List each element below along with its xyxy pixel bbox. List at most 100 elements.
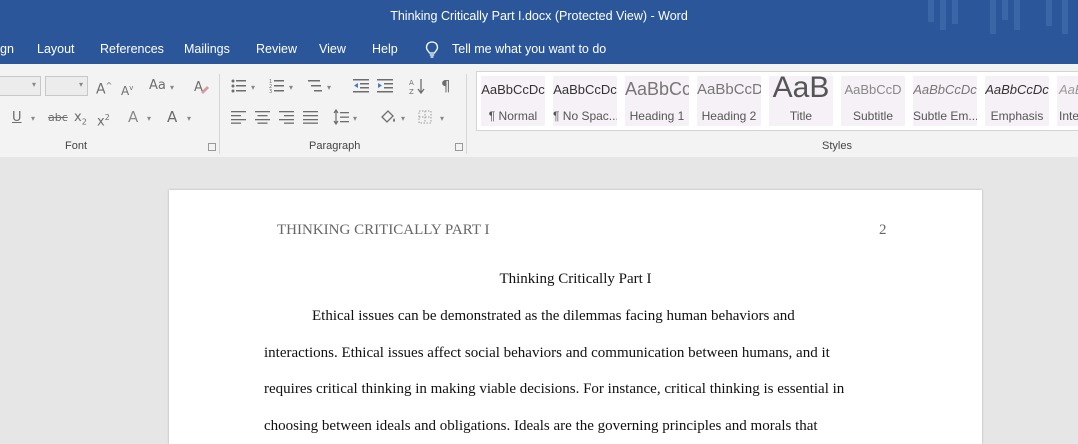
- style-sample: AaBbCc: [625, 79, 689, 99]
- borders-icon[interactable]: [418, 110, 432, 124]
- body-line: requires critical thinking in making via…: [264, 381, 845, 397]
- superscript-label: x: [97, 114, 105, 130]
- style-sample: AaB: [772, 76, 830, 104]
- style-sample: AaBbCcDc: [985, 82, 1049, 97]
- subscript-label: x: [74, 110, 82, 125]
- decrease-indent-icon[interactable]: [353, 78, 369, 94]
- underline-button[interactable]: U: [12, 110, 22, 126]
- chevron-down-icon[interactable]: ▾: [251, 83, 255, 92]
- line-spacing-icon[interactable]: [333, 109, 349, 125]
- text-effects-button[interactable]: A: [128, 109, 138, 125]
- body-line: interactions. Ethical issues affect soci…: [264, 345, 830, 361]
- style-heading-2[interactable]: AaBbCcD Heading 2: [697, 76, 761, 126]
- svg-text:Z: Z: [409, 88, 414, 95]
- style-normal[interactable]: AaBbCcDc ¶ Normal: [481, 76, 545, 126]
- style-sample: AaBbCcDc: [481, 82, 545, 97]
- title-bar: Thinking Critically Part I.docx (Protect…: [0, 0, 1078, 36]
- font-dialog-launcher[interactable]: [208, 143, 216, 151]
- style-name: Subtitle: [852, 109, 894, 123]
- numbering-icon[interactable]: 1 2 3: [269, 78, 285, 94]
- bullets-icon[interactable]: [231, 78, 247, 94]
- shrink-font-button[interactable]: Av: [121, 80, 133, 99]
- chevron-down-icon[interactable]: ▾: [353, 114, 357, 123]
- align-right-icon[interactable]: [279, 110, 294, 124]
- increase-indent-icon[interactable]: [377, 78, 393, 94]
- subscript-button[interactable]: x2: [74, 110, 87, 131]
- tab-view[interactable]: View: [319, 42, 346, 56]
- style-name: Heading 2: [701, 109, 757, 123]
- styles-gallery: AaBbCcDc ¶ Normal AaBbCcDc ¶ No Spac... …: [476, 71, 1078, 131]
- style-emphasis[interactable]: AaBbCcDc Emphasis: [985, 76, 1049, 126]
- style-name: Title: [789, 109, 813, 123]
- style-sample: AaBbCcDc: [553, 82, 617, 97]
- body-line: choosing between ideals and obligations.…: [264, 418, 818, 434]
- tab-review[interactable]: Review: [256, 42, 297, 56]
- svg-text:A: A: [409, 79, 414, 87]
- chevron-down-icon[interactable]: ▾: [440, 114, 444, 123]
- style-title[interactable]: AaB Title: [769, 76, 833, 126]
- justify-icon[interactable]: [303, 110, 318, 124]
- tab-layout[interactable]: Layout: [37, 42, 75, 56]
- style-name: Inte: [1059, 109, 1078, 123]
- group-separator: [466, 74, 467, 154]
- document-page[interactable]: THINKING CRITICALLY PART I 2 Thinking Cr…: [169, 190, 982, 444]
- style-sample: AaBbCcDc: [913, 82, 977, 97]
- style-heading-1[interactable]: AaBbCc Heading 1: [625, 76, 689, 126]
- style-name: ¶ Normal: [488, 109, 538, 123]
- tab-mailings[interactable]: Mailings: [184, 42, 230, 56]
- show-formatting-marks-button[interactable]: ¶: [441, 78, 451, 94]
- multilevel-list-icon[interactable]: [307, 78, 323, 94]
- tab-help[interactable]: Help: [372, 42, 398, 56]
- styles-group-label: Styles: [822, 140, 852, 152]
- lightbulb-icon[interactable]: [425, 41, 439, 59]
- shading-icon[interactable]: [379, 108, 397, 126]
- chevron-down-icon[interactable]: ▾: [31, 114, 35, 123]
- ribbon-tabs: gn Layout References Mailings Review Vie…: [0, 36, 1078, 64]
- grow-font-label: A: [96, 81, 106, 98]
- font-color-button[interactable]: A: [167, 109, 177, 125]
- chevron-down-icon[interactable]: ▾: [170, 83, 174, 92]
- group-separator: [219, 74, 220, 154]
- font-name-combo[interactable]: ▾: [0, 76, 41, 96]
- chevron-down-icon: ▾: [31, 80, 36, 89]
- paragraph-group-label: Paragraph: [309, 140, 361, 152]
- align-center-icon[interactable]: [255, 110, 270, 124]
- paragraph-dialog-launcher[interactable]: [455, 143, 463, 151]
- grow-font-button[interactable]: A^: [96, 78, 112, 98]
- style-sample: AaBbCcD: [844, 82, 902, 97]
- chevron-down-icon[interactable]: ▾: [187, 114, 191, 123]
- change-case-label: Aa: [149, 78, 166, 93]
- style-name: Heading 1: [629, 109, 685, 123]
- font-size-combo[interactable]: ▾: [45, 76, 88, 96]
- style-subtle-emphasis[interactable]: AaBbCcDc Subtle Em...: [913, 76, 977, 126]
- tab-design[interactable]: gn: [0, 42, 14, 56]
- style-sample: AaBbCcDc: [1059, 82, 1078, 97]
- running-head: THINKING CRITICALLY PART I: [277, 222, 490, 238]
- clear-formatting-icon[interactable]: A: [193, 78, 209, 94]
- style-name: Emphasis: [990, 109, 1044, 123]
- strikethrough-button[interactable]: abc: [48, 110, 68, 126]
- superscript-button[interactable]: x2: [97, 110, 110, 130]
- page-number: 2: [879, 222, 887, 238]
- shrink-font-label: A: [121, 84, 130, 98]
- tell-me-search[interactable]: Tell me what you want to do: [452, 42, 606, 56]
- chevron-down-icon[interactable]: ▾: [401, 114, 405, 123]
- chevron-down-icon[interactable]: ▾: [327, 83, 331, 92]
- chevron-down-icon[interactable]: ▾: [289, 83, 293, 92]
- change-case-button[interactable]: Aa: [149, 78, 166, 94]
- ribbon: ▾ ▾ A^ Av Aa ▾ A U ▾ abc x2 x2 A ▾ A ▾ F…: [0, 64, 1078, 158]
- tab-references[interactable]: References: [100, 42, 164, 56]
- style-subtitle[interactable]: AaBbCcD Subtitle: [841, 76, 905, 126]
- text-effects-label: A: [128, 108, 139, 126]
- sort-icon[interactable]: A Z: [409, 77, 425, 95]
- chevron-down-icon[interactable]: ▾: [147, 114, 151, 123]
- document-title: Thinking Critically Part I: [499, 271, 652, 287]
- pilcrow-label: ¶: [441, 77, 451, 95]
- style-name: ¶ No Spac...: [553, 109, 617, 123]
- style-intense-emphasis[interactable]: AaBbCcDc Inte: [1057, 76, 1078, 126]
- align-left-icon[interactable]: [231, 110, 246, 124]
- style-sample: AaBbCcD: [697, 81, 761, 98]
- svg-text:3: 3: [269, 89, 272, 94]
- window-title: Thinking Critically Part I.docx (Protect…: [390, 9, 688, 23]
- style-no-spacing[interactable]: AaBbCcDc ¶ No Spac...: [553, 76, 617, 126]
